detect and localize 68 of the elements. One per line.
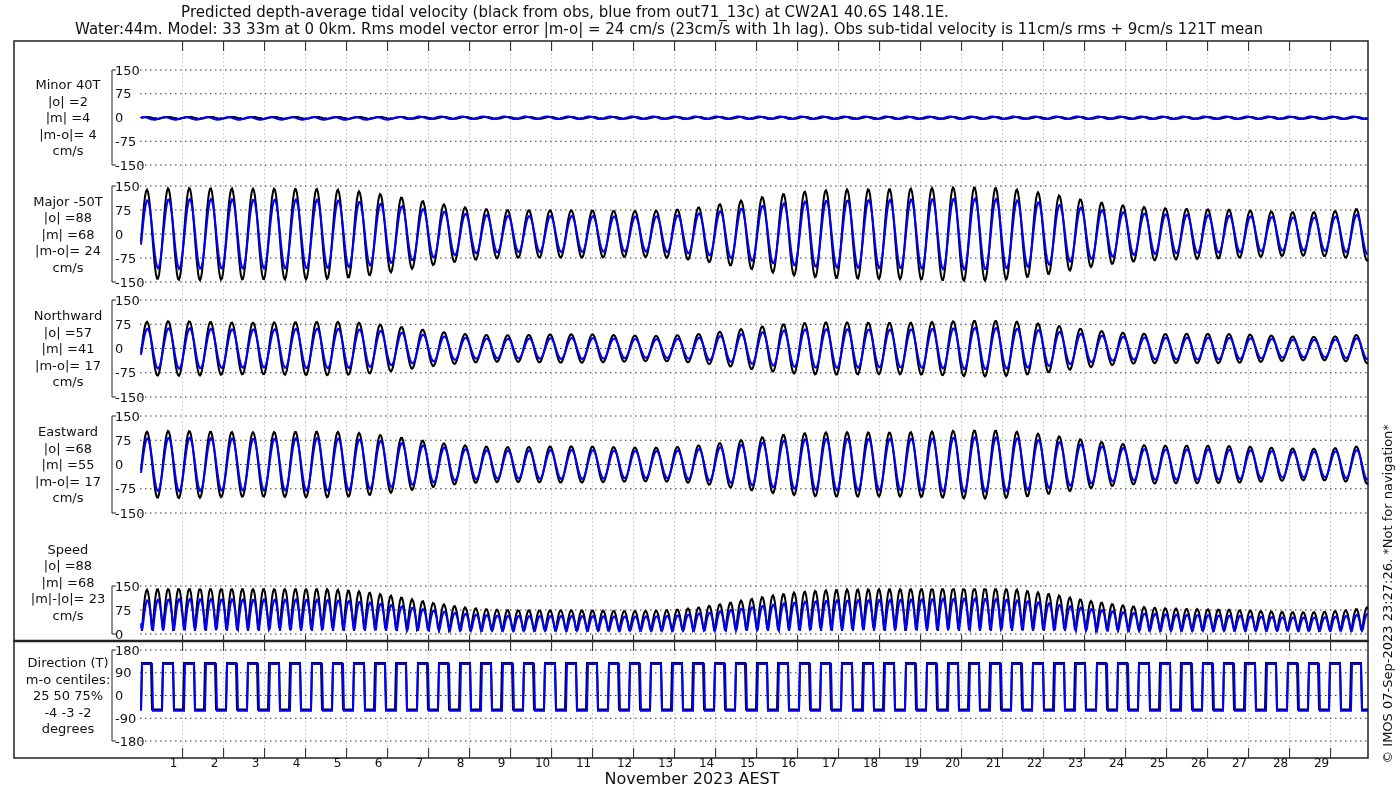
x-tick-label: 7	[415, 756, 424, 770]
x-tick-label: 4	[292, 756, 301, 770]
y-tick-label: -90	[115, 710, 137, 726]
x-tick-label: 16	[780, 756, 797, 770]
x-tick-label: 23	[1067, 756, 1084, 770]
x-axis-title: November 2023 AEST	[604, 769, 780, 788]
x-tick-label: 19	[903, 756, 920, 770]
chart-title: Predicted depth-average tidal velocity (black from obs, blue from out71_13c) at CW2A1 40.6S 148.1E.	[181, 3, 949, 21]
x-tick-label: 6	[374, 756, 383, 770]
y-tick-label: 150	[115, 292, 140, 308]
y-tick-label: 150	[115, 62, 140, 78]
panel-label: Minor 40T |o| =2 |m| =4 |m-o|= 4 cm/s	[35, 77, 101, 158]
x-tick-label: 27	[1231, 756, 1248, 770]
y-tick-label: 75	[115, 316, 132, 332]
y-tick-label: 150	[115, 178, 140, 194]
y-tick-label: 75	[115, 602, 132, 618]
x-tick-label: 1	[169, 756, 178, 770]
panel-label: Direction (T) m-o centiles: 25 50 75% -4 -3 -2 degrees	[25, 655, 111, 736]
x-tick-label: 2	[210, 756, 219, 770]
x-tick-label: 5	[333, 756, 342, 770]
panel-label: Eastward |o| =68 |m| =55 |m-o|= 17 cm/s	[35, 424, 101, 505]
y-axis	[111, 585, 117, 635]
x-tick-label: 17	[821, 756, 838, 770]
y-tick-label: 0	[115, 688, 124, 703]
panel-label: Speed |o| =88 |m| =68 |m|-|o|= 23 cm/s	[30, 541, 106, 623]
y-tick-label: 75	[115, 432, 132, 448]
y-tick-label: 180	[115, 642, 140, 658]
x-tick-label: 8	[456, 756, 465, 770]
y-tick-label: -150	[115, 274, 145, 290]
x-tick-label: 14	[698, 756, 715, 770]
y-tick-label: -180	[115, 733, 145, 749]
x-tick-label: 21	[985, 756, 1002, 770]
x-tick-label: 25	[1149, 756, 1166, 770]
x-tick-label: 18	[862, 756, 879, 770]
y-tick-label: 75	[115, 86, 132, 102]
y-tick-label: -150	[115, 157, 145, 173]
x-tick-label: 13	[657, 756, 674, 770]
x-tick-label: 11	[575, 756, 592, 770]
x-tick-label: 12	[616, 756, 633, 770]
x-tick-label: 15	[739, 756, 756, 770]
x-tick-label: 26	[1190, 756, 1207, 770]
y-tick-label: -150	[115, 505, 145, 521]
x-tick-label: 3	[251, 756, 260, 770]
y-tick-label: 0	[115, 110, 124, 125]
credit-text: © IMOS 07-Sep-2023 23:27:26. *Not for navigation*	[1380, 424, 1395, 764]
y-tick-label: 75	[115, 202, 132, 218]
y-tick-label: 150	[115, 408, 140, 424]
x-tick-label: 28	[1272, 756, 1289, 770]
y-tick-label: -150	[115, 389, 145, 405]
panel-label: Major -50T |o| =88 |m| =68 |m-o|= 24 cm/s	[33, 193, 103, 275]
y-tick-label: 90	[115, 665, 132, 681]
y-tick-label: -75	[115, 365, 137, 381]
y-tick-label: -75	[115, 133, 137, 149]
y-tick-label: 0	[115, 457, 124, 472]
x-tick-label: 22	[1026, 756, 1043, 770]
x-tick-label: 24	[1108, 756, 1125, 770]
x-tick-label: 20	[944, 756, 961, 770]
chart-title: Water:44m. Model: 33 33m at 0 0km. Rms model vector error |m-o| = 24 cm/s (23cm/s with 1h lag). Obs sub-tidal velocity is 11cm/s rms + 9cm/s 121T mean	[75, 20, 1263, 38]
y-tick-label: -75	[115, 250, 137, 266]
panel-label: Northward |o| =57 |m| =41 |m-o|= 17 cm/s	[33, 308, 103, 389]
x-tick-label: 29	[1313, 756, 1330, 770]
y-tick-label: 0	[115, 626, 124, 642]
y-tick-label: 0	[115, 226, 124, 242]
x-tick-label: 10	[534, 756, 551, 770]
x-tick-label: 9	[497, 756, 506, 770]
y-tick-label: -75	[115, 481, 137, 497]
y-tick-label: 150	[115, 578, 140, 594]
y-tick-label: 0	[115, 341, 124, 356]
